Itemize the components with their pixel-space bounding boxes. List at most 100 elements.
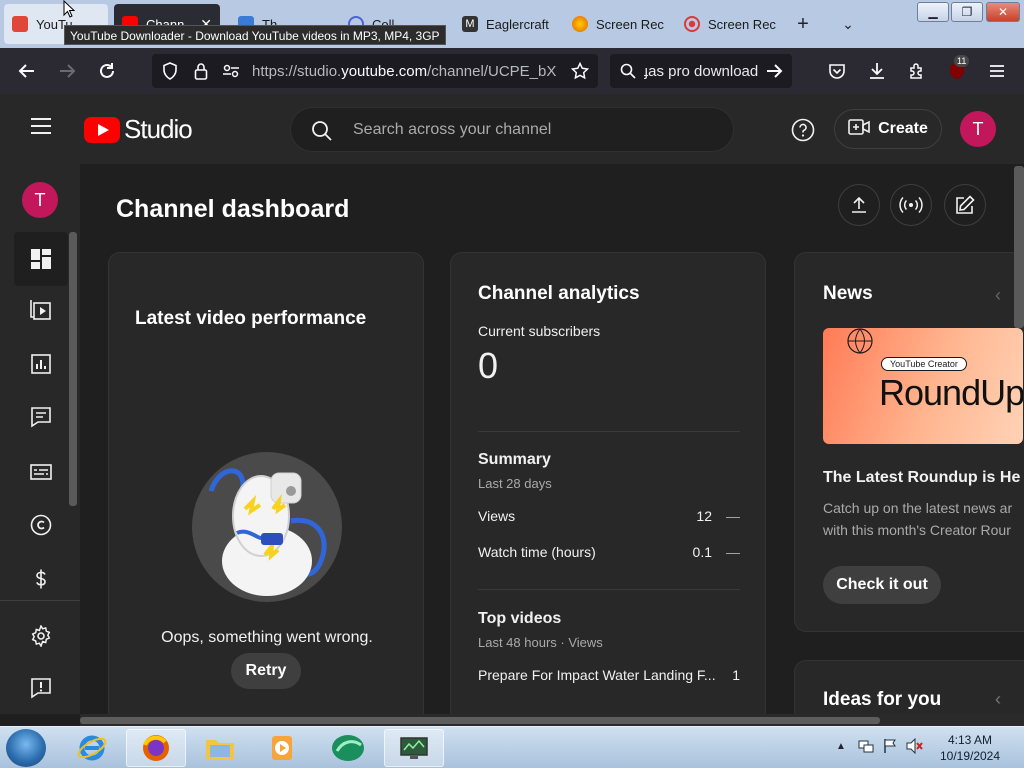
sidebar-item-analytics[interactable] — [14, 337, 68, 391]
news-body-line-1: Catch up on the latest news ar — [823, 500, 1013, 516]
browser-search-bar[interactable]: ɟas pro download — [610, 54, 792, 88]
back-icon[interactable] — [15, 59, 39, 83]
subtitles-icon — [30, 464, 52, 480]
record-icon — [684, 16, 700, 32]
permissions-icon[interactable] — [219, 59, 243, 83]
divider — [478, 431, 740, 432]
main-scrollbar[interactable] — [1014, 166, 1024, 328]
go-arrow-icon[interactable] — [762, 59, 786, 83]
forward-icon[interactable] — [55, 59, 79, 83]
shield-icon[interactable] — [158, 59, 182, 83]
help-icon[interactable] — [791, 118, 815, 147]
ideas-card: Ideas for you ‹ — [794, 660, 1024, 714]
system-clock[interactable]: 4:13 AM 10/19/2024 — [930, 732, 1010, 764]
browser-nav-bar: https://studio.youtube.com/channel/UCPE_… — [0, 48, 1024, 94]
roundup-badge: YouTube Creator — [881, 357, 967, 371]
upload-button[interactable] — [838, 184, 880, 226]
tab-eaglercraft[interactable]: M Eaglercraft — [454, 4, 564, 44]
globe-doodle-icon — [847, 328, 873, 354]
taskbar-firefox[interactable] — [126, 729, 186, 767]
sidebar-item-earn[interactable] — [14, 552, 68, 606]
maximize-button[interactable]: ❐ — [951, 2, 983, 22]
content-icon — [30, 300, 51, 320]
create-post-button[interactable] — [944, 184, 986, 226]
mouse-cursor-icon — [63, 0, 75, 18]
error-message: Oops, something went wrong. — [161, 629, 373, 646]
search-query[interactable]: ɟas pro download — [644, 63, 762, 80]
go-live-button[interactable] — [890, 184, 932, 226]
gear-icon — [31, 625, 51, 647]
comments-icon — [31, 407, 51, 428]
taskbar-internet-explorer[interactable] — [62, 729, 122, 767]
hamburger-menu-icon[interactable] — [30, 117, 52, 140]
search-icon — [616, 59, 640, 83]
sidebar-item-subtitles[interactable] — [14, 445, 68, 499]
top-video-row[interactable]: Prepare For Impact Water Landing F... 1 — [478, 667, 740, 683]
url-bar[interactable]: https://studio.youtube.com/channel/UCPE_… — [152, 54, 598, 88]
chevron-down-icon[interactable]: ⌄ — [836, 12, 860, 36]
channel-search-input[interactable]: Search across your channel — [290, 107, 734, 152]
sidebar-item-comments[interactable] — [14, 390, 68, 444]
taskbar-app-green[interactable] — [318, 729, 378, 767]
channel-avatar[interactable]: T — [22, 182, 58, 218]
copyright-icon — [30, 514, 52, 536]
close-window-button[interactable]: ✕ — [986, 2, 1020, 22]
tab-label: Screen Rec — [708, 16, 776, 32]
card-title: Latest video performance — [135, 308, 367, 329]
create-button[interactable]: Create — [834, 109, 942, 149]
taskbar-media-player[interactable] — [252, 729, 312, 767]
network-icon[interactable] — [858, 738, 874, 759]
sidebar-item-dashboard[interactable] — [14, 232, 68, 286]
check-it-out-button[interactable]: Check it out — [823, 566, 941, 604]
extensions-icon[interactable] — [905, 59, 929, 83]
scrollbar-thumb[interactable] — [80, 717, 880, 724]
studio-logo[interactable]: Studio — [84, 114, 193, 145]
firefox-icon — [572, 16, 588, 32]
url-text[interactable]: https://studio.youtube.com/channel/UCPE_… — [252, 63, 562, 80]
news-headline[interactable]: The Latest Roundup is He — [823, 469, 1020, 487]
account-avatar[interactable]: T — [960, 111, 996, 147]
horizontal-scrollbar[interactable] — [80, 714, 1024, 726]
sidebar-item-settings[interactable] — [14, 609, 68, 663]
sidebar-scrollbar[interactable] — [69, 232, 77, 506]
broken-robot-illustration-icon — [192, 452, 342, 602]
chevron-left-icon[interactable]: ‹ — [995, 689, 1001, 710]
page-title: Channel dashboard — [116, 195, 350, 223]
studio-sidebar: T — [0, 164, 80, 714]
sidebar-item-content[interactable] — [14, 283, 68, 337]
tab-screen-rec-2[interactable]: Screen Rec — [676, 4, 784, 44]
windows-taskbar: ▲ 4:13 AM 10/19/2024 — [0, 726, 1024, 768]
menu-icon[interactable] — [985, 59, 1009, 83]
bookmark-star-icon[interactable] — [568, 59, 592, 83]
sidebar-item-feedback[interactable] — [14, 661, 68, 715]
tab-label: Eaglercraft — [486, 16, 549, 32]
minimize-button[interactable]: ▁ — [917, 2, 949, 22]
broadcast-icon — [899, 196, 923, 214]
divider — [478, 589, 740, 590]
pocket-icon[interactable] — [825, 59, 849, 83]
dollar-icon — [36, 569, 46, 589]
new-tab-icon[interactable]: + — [791, 12, 815, 36]
metric-value: 0.1 — [692, 544, 712, 560]
volume-muted-icon[interactable] — [906, 737, 924, 759]
downloads-icon[interactable] — [865, 59, 889, 83]
sidebar-divider — [0, 600, 80, 601]
green-app-icon — [332, 735, 364, 761]
retry-button[interactable]: Retry — [231, 653, 301, 689]
reload-icon[interactable] — [95, 59, 119, 83]
chevron-left-icon[interactable]: ‹ — [995, 285, 1001, 306]
feedback-icon — [31, 678, 51, 699]
tray-expand-icon[interactable]: ▲ — [836, 741, 846, 752]
summary-period: Last 28 days — [478, 476, 552, 491]
action-center-flag-icon[interactable] — [882, 738, 898, 759]
start-button[interactable] — [6, 729, 46, 767]
sidebar-item-copyright[interactable] — [14, 498, 68, 552]
lock-icon[interactable] — [189, 59, 213, 83]
news-thumbnail[interactable]: YouTube Creator RoundUp — [823, 328, 1023, 444]
taskbar-file-explorer[interactable] — [190, 729, 250, 767]
top-video-views: 1 — [732, 667, 740, 683]
tab-screen-rec-1[interactable]: Screen Rec — [564, 4, 672, 44]
dashboard-main: Channel dashboard Latest video performan… — [80, 164, 1024, 714]
taskbar-screen-app[interactable] — [384, 729, 444, 767]
top-video-title[interactable]: Prepare For Impact Water Landing F... — [478, 667, 716, 683]
